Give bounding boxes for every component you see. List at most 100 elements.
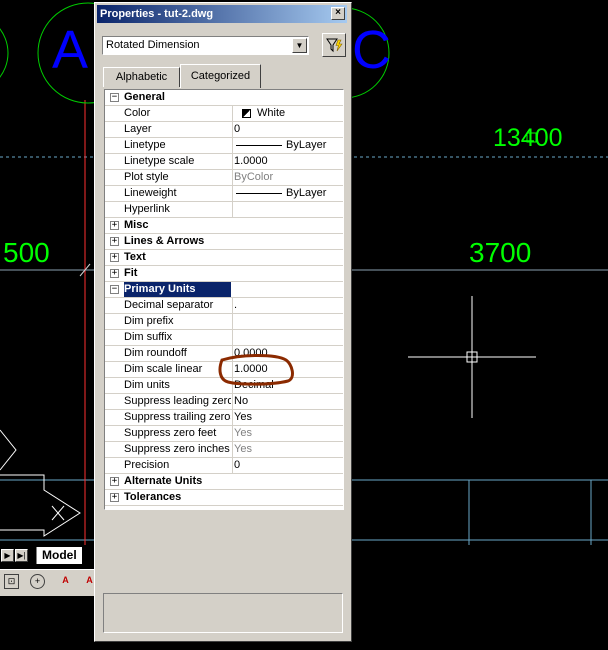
dim-text-left: 500 <box>3 237 50 268</box>
tab-alphabetic[interactable]: Alphabetic <box>103 67 180 87</box>
property-category[interactable]: − Primary Units <box>105 282 343 298</box>
property-row[interactable]: Precision 0 <box>105 458 343 474</box>
property-value-text: ByColor <box>234 171 274 183</box>
property-value-text: 0 <box>234 459 241 471</box>
quick-select-button[interactable] <box>322 33 346 57</box>
palette-title-bar[interactable]: Properties - tut-2.dwg × <box>97 5 347 23</box>
property-row[interactable]: Linetype scale 1.0000 <box>105 154 343 170</box>
expand-icon[interactable]: + <box>110 269 119 278</box>
property-row[interactable]: Suppress zero feet Yes <box>105 426 343 442</box>
grid-scrollbar[interactable] <box>344 89 347 509</box>
property-category[interactable]: + Lines & Arrows <box>105 234 343 250</box>
property-value-text: 0 <box>234 123 241 135</box>
property-row[interactable]: Linetype ByLayer <box>105 138 343 154</box>
property-value-text: Yes <box>234 411 252 423</box>
property-row[interactable]: Color White <box>105 106 343 122</box>
letter-c: C <box>352 20 391 80</box>
linetype-sample-icon <box>236 192 282 194</box>
collapse-icon[interactable]: − <box>110 285 119 294</box>
property-name: Suppress zero inches <box>124 443 230 455</box>
property-row[interactable]: Suppress leading zeros No <box>105 394 343 410</box>
property-row[interactable]: Suppress trailing zeros Yes <box>105 410 343 426</box>
annotation-scale-icon[interactable]: A <box>58 574 73 589</box>
expand-icon[interactable]: + <box>110 253 119 262</box>
property-value[interactable]: Yes <box>232 442 343 457</box>
property-category[interactable]: + Alternate Units <box>105 474 343 490</box>
category-label: Lines & Arrows <box>124 235 205 247</box>
description-area <box>103 593 343 633</box>
property-value[interactable]: ByColor <box>232 170 343 185</box>
color-swatch-icon <box>242 108 251 118</box>
expand-icon[interactable]: + <box>110 237 119 246</box>
property-category[interactable]: + Tolerances <box>105 490 343 506</box>
annotation-highlight-oval <box>218 354 294 386</box>
category-label: Alternate Units <box>124 475 203 487</box>
property-value-text: Yes <box>234 443 252 455</box>
expand-icon[interactable]: + <box>110 221 119 230</box>
property-name: Color <box>124 107 151 119</box>
property-value[interactable]: 0 <box>232 122 343 137</box>
property-value[interactable]: White <box>232 106 343 121</box>
tab-model[interactable]: Model <box>36 547 82 564</box>
property-name: Dim suffix <box>124 331 173 343</box>
property-row[interactable]: Dim prefix <box>105 314 343 330</box>
property-row[interactable]: Decimal separator. <box>105 298 343 314</box>
property-value[interactable] <box>232 202 343 217</box>
property-value[interactable] <box>232 330 343 345</box>
property-name: Plot style <box>124 171 169 183</box>
property-name: Hyperlink <box>124 203 170 215</box>
property-name: Decimal separator <box>124 299 214 311</box>
collapse-icon[interactable]: − <box>110 93 119 102</box>
property-value-text: . <box>234 299 238 311</box>
property-name: Linetype <box>124 139 166 151</box>
object-type-dropdown[interactable]: Rotated Dimension ▼ <box>102 36 309 55</box>
property-value-text: ByLayer <box>286 139 327 151</box>
property-row[interactable]: Lineweight ByLayer <box>105 186 343 202</box>
property-name: Suppress zero feet <box>124 427 217 439</box>
property-value[interactable]: . <box>232 298 343 313</box>
expand-icon[interactable]: + <box>110 493 119 502</box>
chevron-down-icon[interactable]: ▼ <box>292 38 307 53</box>
coordinates-icon[interactable]: ⊡ <box>4 574 19 589</box>
property-value-text: No <box>234 395 249 407</box>
property-category[interactable]: + Misc <box>105 218 343 234</box>
dim-text-top: 13400 <box>493 124 563 152</box>
tab-scroll-last-icon[interactable]: ▶| <box>15 549 28 562</box>
property-name: Linetype scale <box>124 155 195 167</box>
property-value[interactable]: 0 <box>232 458 343 473</box>
property-name: Dim prefix <box>124 315 174 327</box>
category-label: Misc <box>124 219 149 231</box>
letter-a: A <box>52 20 89 80</box>
property-category[interactable]: + Text <box>105 250 343 266</box>
property-row[interactable]: Dim suffix <box>105 330 343 346</box>
property-value[interactable]: 1.0000 <box>232 154 343 169</box>
property-grid[interactable]: − General Color White Layer 0 Linetype ByLayer L… <box>104 89 344 510</box>
property-name: Lineweight <box>124 187 177 199</box>
property-value-text: ByLayer <box>286 187 327 199</box>
properties-palette[interactable]: Properties - tut-2.dwg × Rotated Dimensi… <box>94 2 352 642</box>
property-value[interactable]: Yes <box>232 426 343 441</box>
snap-icon[interactable]: + <box>30 574 45 589</box>
expand-icon[interactable]: + <box>110 477 119 486</box>
property-value[interactable]: ByLayer <box>232 138 343 153</box>
palette-title: Properties - tut-2.dwg <box>100 8 214 20</box>
close-icon[interactable]: × <box>331 7 345 20</box>
tab-categorized[interactable]: Categorized <box>180 64 261 88</box>
property-value[interactable]: No <box>232 394 343 409</box>
property-row[interactable]: Layer 0 <box>105 122 343 138</box>
property-value-text: 1.0000 <box>234 155 268 167</box>
property-row[interactable]: Plot style ByColor <box>105 170 343 186</box>
property-value[interactable] <box>232 314 343 329</box>
property-name: Suppress trailing zeros <box>124 411 231 423</box>
property-value[interactable]: ByLayer <box>232 186 343 201</box>
arrow-shape <box>0 429 17 471</box>
property-row[interactable]: Hyperlink <box>105 202 343 218</box>
property-category[interactable]: + Fit <box>105 266 343 282</box>
property-row[interactable]: Suppress zero inches Yes <box>105 442 343 458</box>
property-value[interactable]: Yes <box>232 410 343 425</box>
property-category[interactable]: − General <box>105 90 343 106</box>
tab-scroll-next-icon[interactable]: ▶ <box>1 549 14 562</box>
property-name: Layer <box>124 123 152 135</box>
property-name: Suppress leading zeros <box>124 395 231 407</box>
category-label: Fit <box>124 267 138 279</box>
